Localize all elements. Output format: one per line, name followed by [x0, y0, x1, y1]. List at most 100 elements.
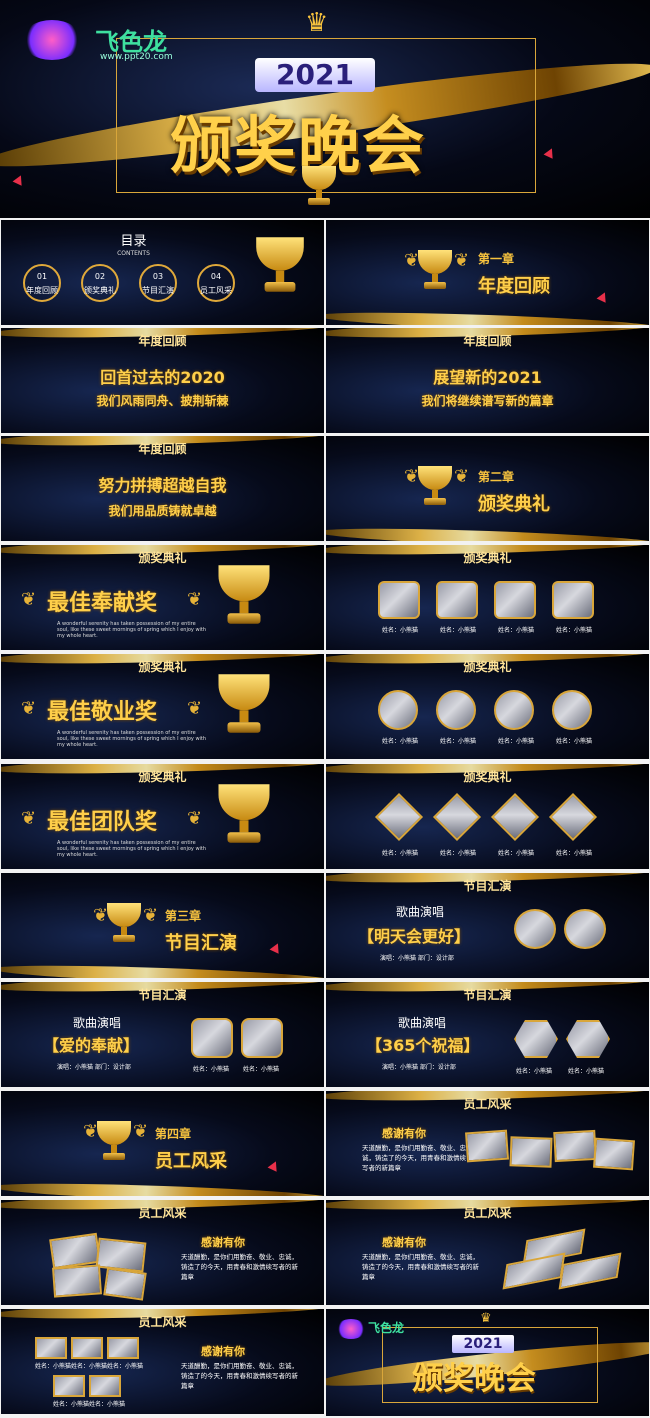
chapter-label: 第一章: [478, 252, 515, 266]
show-kind: 歌曲演唱: [73, 1016, 122, 1030]
laurel-left-icon: ❦: [404, 466, 420, 487]
laurel-right-icon: ❦: [454, 250, 470, 271]
slide-chapter-3[interactable]: ❦ ❦ 第三章 节目汇演: [1, 873, 324, 978]
performer-photo: [566, 1020, 610, 1058]
review-line2: 我们风雨同舟、披荆斩棘: [96, 394, 229, 408]
performer-caption: 姓名：小熊猫: [568, 1068, 605, 1075]
show-song: 【明天会更好】: [358, 927, 471, 946]
winner-photo: [552, 581, 594, 619]
slide-winners-3[interactable]: 颁奖典礼 姓名：小熊猫 姓名：小熊猫 姓名：小熊猫 姓名：小熊猫: [326, 764, 649, 869]
slide-chapter-4[interactable]: ❦ ❦ 第四章 员工风采: [1, 1091, 324, 1196]
slide-header: 颁奖典礼: [463, 551, 512, 565]
slide-header: 员工风采: [463, 1206, 512, 1220]
staff-thanks: 感谢有你: [382, 1127, 426, 1140]
slide-toc[interactable]: 目录 CONTENTS 01 年度回顾 02 颁奖典礼 03 节目汇演 04 员工风采: [1, 220, 324, 325]
toc-item-4[interactable]: 04 员工风采: [197, 264, 235, 302]
chapter-title: 年度回顾: [478, 276, 550, 297]
slide-show-1[interactable]: 节目汇演 歌曲演唱 【明天会更好】 演唱：小熊猫 部门：设计部: [326, 873, 649, 978]
slide-closing[interactable]: 飞色龙 ♛ 2021 颁奖晚会: [326, 1309, 649, 1416]
slide-chapter-1[interactable]: ❦ ❦ 第一章 年度回顾: [326, 220, 649, 325]
performer-photo: [514, 1020, 558, 1058]
staff-caption: 姓名：小熊猫: [71, 1363, 108, 1370]
trophy-icon: [256, 237, 304, 292]
crown-icon: ♛: [305, 8, 329, 38]
staff-text: 天道酬勤，是你们用勤奋、敬业、忠诚，铸造了的今天，用青春和激情续写者的新篇章: [362, 1253, 479, 1281]
slide-show-3[interactable]: 节目汇演 歌曲演唱 【365个祝福】 演唱：小熊猫 部门：设计部 姓名：小熊猫 …: [326, 982, 649, 1087]
slide-show-2[interactable]: 节目汇演 歌曲演唱 【爱的奉献】 演唱：小熊猫 部门：设计部 姓名：小熊猫 姓名…: [1, 982, 324, 1087]
slide-header: 年度回顾: [138, 442, 187, 456]
red-triangle: [269, 941, 283, 954]
show-song: 【爱的奉献】: [43, 1036, 140, 1055]
red-triangle: [543, 146, 557, 159]
gold-ribbon: [1, 1179, 324, 1196]
cover-slide[interactable]: 飞色龙 www.ppt20.com ♛ 2021 颁奖晚会: [0, 0, 650, 218]
show-kind: 歌曲演唱: [398, 1016, 447, 1030]
winner-caption: 姓名：小熊猫: [440, 627, 477, 634]
laurel-left-icon: ❦: [21, 589, 37, 610]
chameleon-logo-icon: [336, 1319, 366, 1339]
slide-winners-2[interactable]: 颁奖典礼 姓名：小熊猫 姓名：小熊猫 姓名：小熊猫 姓名：小熊猫: [326, 654, 649, 759]
winner-photo: [432, 792, 482, 842]
staff-photo: [95, 1237, 147, 1273]
toc-item-3[interactable]: 03 节目汇演: [139, 264, 177, 302]
show-info: 演唱：小熊猫 部门：设计部: [380, 955, 454, 962]
laurel-right-icon: ❦: [454, 466, 470, 487]
winner-photo: [552, 690, 592, 730]
slide-award-1[interactable]: 颁奖典礼 ❦ 最佳奉献奖 ❦ A wonderful serenity has …: [1, 545, 324, 650]
trophy-icon: [218, 784, 270, 843]
gold-ribbon: [326, 308, 649, 325]
slide-review-2[interactable]: 年度回顾 展望新的2021 我们将继续谱写新的篇章: [326, 328, 649, 433]
winner-caption: 姓名：小熊猫: [498, 738, 535, 745]
slide-winners-1[interactable]: 颁奖典礼 姓名：小熊猫 姓名：小熊猫 姓名：小熊猫 姓名：小熊猫: [326, 545, 649, 650]
staff-text: 天道酬勤，是你们用勤奋、敬业、忠诚，铸造了的今天，用青春和激情续写者的新篇章: [181, 1253, 298, 1281]
toc-item-1[interactable]: 01 年度回顾: [23, 264, 61, 302]
slide-review-1[interactable]: 年度回顾 回首过去的2020 我们风雨同舟、披荆斩棘: [1, 328, 324, 433]
review-line2: 我们将继续谱写新的篇章: [421, 394, 554, 408]
slide-staff-4[interactable]: 员工风采 姓名：小熊猫 姓名：小熊猫 姓名：小熊猫 姓名：小熊猫 姓名：小熊猫 …: [1, 1309, 324, 1414]
slide-header: 年度回顾: [463, 334, 512, 348]
slide-header: 员工风采: [138, 1206, 187, 1220]
winner-photo: [378, 690, 418, 730]
slide-staff-2[interactable]: 员工风采 感谢有你 天道酬勤，是你们用勤奋、敬业、忠诚，铸造了的今天，用青春和激…: [1, 1200, 324, 1305]
gold-ribbon: [1, 961, 324, 978]
slide-award-3[interactable]: 颁奖典礼 ❦ 最佳团队奖 ❦ A wonderful serenity has …: [1, 764, 324, 869]
slide-header: 颁奖典礼: [138, 660, 187, 674]
slide-review-3[interactable]: 年度回顾 努力拼搏超越自我 我们用品质铸就卓越: [1, 436, 324, 541]
performer-photo: [191, 1018, 233, 1058]
performer-photo: [241, 1018, 283, 1058]
crown-icon: ♛: [480, 1311, 492, 1326]
slide-header: 颁奖典礼: [463, 660, 512, 674]
gold-ribbon: [326, 524, 649, 541]
slide-header: 颁奖典礼: [463, 770, 512, 784]
trophy-icon: [418, 466, 452, 505]
review-line1: 回首过去的2020: [100, 368, 225, 387]
winner-caption: 姓名：小熊猫: [498, 850, 535, 857]
slide-header: 颁奖典礼: [138, 770, 187, 784]
chapter-title: 节目汇演: [165, 933, 237, 954]
staff-thanks: 感谢有你: [382, 1236, 426, 1249]
slide-header: 节目汇演: [138, 988, 187, 1002]
toc-subtitle: CONTENTS: [117, 250, 150, 257]
winner-photo: [436, 581, 478, 619]
slide-chapter-2[interactable]: ❦ ❦ 第二章 颁奖典礼: [326, 436, 649, 541]
winner-photo: [548, 792, 598, 842]
staff-caption: 姓名：小熊猫: [35, 1363, 72, 1370]
review-line1: 展望新的2021: [433, 368, 542, 387]
slide-staff-3[interactable]: 员工风采 感谢有你 天道酬勤，是你们用勤奋、敬业、忠诚，铸造了的今天，用青春和激…: [326, 1200, 649, 1305]
award-desc: A wonderful serenity has taken possessio…: [57, 621, 207, 639]
slide-staff-1[interactable]: 员工风采 感谢有你 天道酬勤，是你们用勤奋、敬业、忠诚，铸造了的今天，用青春和激…: [326, 1091, 649, 1196]
trophy-icon: [218, 565, 270, 624]
laurel-left-icon: ❦: [21, 698, 37, 719]
slide-header: 颁奖典礼: [138, 551, 187, 565]
toc-item-2[interactable]: 02 颁奖典礼: [81, 264, 119, 302]
chapter-label: 第三章: [165, 909, 202, 923]
review-line2: 我们用品质铸就卓越: [108, 504, 217, 518]
award-desc: A wonderful serenity has taken possessio…: [57, 840, 207, 858]
slide-award-2[interactable]: 颁奖典礼 ❦ 最佳敬业奖 ❦ A wonderful serenity has …: [1, 654, 324, 759]
winner-caption: 姓名：小熊猫: [440, 850, 477, 857]
cover-year: 2021: [452, 1335, 514, 1353]
laurel-right-icon: ❦: [187, 589, 203, 610]
staff-photo: [103, 1267, 147, 1301]
staff-photo: [593, 1137, 635, 1171]
laurel-right-icon: ❦: [143, 905, 159, 926]
